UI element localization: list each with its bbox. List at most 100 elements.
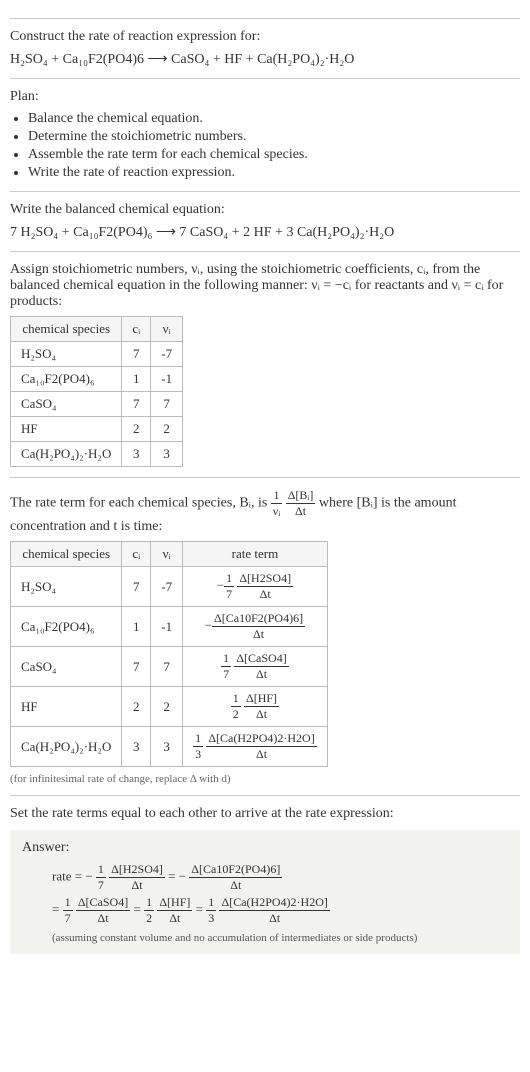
cell-ci: 2 [122, 417, 151, 442]
cell-vi: 3 [151, 442, 183, 467]
delta-frac: Δ[Ca10F2(PO4)6]Δt [189, 862, 282, 893]
cell-species: HF [11, 687, 122, 727]
table-row: chemical species cᵢ νᵢ [11, 317, 183, 342]
delta-frac: Δ[CaSO4]Δt [76, 895, 130, 926]
delta-frac: Δ[H2SO4]Δt [237, 571, 293, 602]
cell-species: HF [11, 417, 122, 442]
cell-ci: 1 [122, 607, 151, 647]
delta-frac: Δ[HF]Δt [244, 691, 279, 722]
coef-frac: 17 [224, 571, 234, 602]
cell-vi: 2 [151, 687, 183, 727]
cell-species: Ca(H₂PO₄)₂·H₂O [11, 727, 122, 767]
coef-frac: 13 [193, 731, 203, 762]
col-header-ci: cᵢ [122, 317, 151, 342]
col-header-ci: cᵢ [122, 542, 151, 567]
cell-ci: 7 [122, 567, 151, 607]
col-header-rateterm: rate term [183, 542, 328, 567]
table-row: HF22 [11, 417, 183, 442]
cell-species: H₂SO₄ [11, 342, 122, 367]
rateterm-section: The rate term for each chemical species,… [10, 477, 520, 785]
cell-species: Ca(H₂PO₄)₂·H₂O [11, 442, 122, 467]
plan-list: Balance the chemical equation. Determine… [10, 111, 520, 181]
table-row: H₂SO₄7-7−17 Δ[H2SO4]Δt [11, 567, 328, 607]
coef-frac: 13 [206, 895, 216, 926]
table-row: CaSO₄7717 Δ[CaSO4]Δt [11, 647, 328, 687]
table-row: chemical species cᵢ νᵢ rate term [11, 542, 328, 567]
cell-ci: 7 [122, 392, 151, 417]
cell-rateterm: −Δ[Ca10F2(PO4)6]Δt [183, 607, 328, 647]
answer-note: (assuming constant volume and no accumul… [52, 932, 508, 944]
list-item: Write the rate of reaction expression. [28, 165, 520, 181]
cell-vi: -7 [151, 342, 183, 367]
answer-box: Answer: rate = − 17 Δ[H2SO4]Δt = − Δ[Ca1… [10, 830, 520, 954]
delta-frac: Δ[Ca10F2(PO4)6]Δt [212, 611, 305, 642]
col-header-species: chemical species [11, 317, 122, 342]
table-row: Ca₁₀F2(PO4)₆1-1 [11, 367, 183, 392]
cell-vi: 7 [151, 647, 183, 687]
stoich-table: chemical species cᵢ νᵢ H₂SO₄7-7 Ca₁₀F2(P… [10, 316, 183, 467]
cell-rateterm: −17 Δ[H2SO4]Δt [183, 567, 328, 607]
frac-dBi-dt: Δ[Bᵢ]Δt [286, 488, 316, 519]
col-header-vi: νᵢ [151, 317, 183, 342]
delta-frac: Δ[Ca(H2PO4)2·H2O]Δt [206, 731, 316, 762]
cell-ci: 7 [122, 342, 151, 367]
cell-vi: 7 [151, 392, 183, 417]
cell-ci: 3 [122, 727, 151, 767]
table-row: HF2212 Δ[HF]Δt [11, 687, 328, 727]
answer-line-1: rate = − 17 Δ[H2SO4]Δt = − Δ[Ca10F2(PO4)… [52, 862, 508, 893]
construct-heading: Construct the rate of reaction expressio… [10, 29, 520, 45]
list-item: Balance the chemical equation. [28, 111, 520, 127]
cell-species: Ca₁₀F2(PO4)₆ [11, 607, 122, 647]
cell-vi: -7 [151, 567, 183, 607]
table-row: Ca₁₀F2(PO4)₆1-1−Δ[Ca10F2(PO4)6]Δt [11, 607, 328, 647]
cell-rateterm: 12 Δ[HF]Δt [183, 687, 328, 727]
balanced-heading: Write the balanced chemical equation: [10, 202, 520, 218]
final-heading: Set the rate terms equal to each other t… [10, 806, 520, 822]
plan-heading: Plan: [10, 89, 520, 105]
frac-one-over-vi: 1νᵢ [271, 488, 282, 519]
rateterm-table: chemical species cᵢ νᵢ rate term H₂SO₄7-… [10, 541, 328, 767]
plan-section: Plan: Balance the chemical equation. Det… [10, 78, 520, 181]
cell-species: H₂SO₄ [11, 567, 122, 607]
cell-species: CaSO₄ [11, 392, 122, 417]
coef-frac: 12 [144, 895, 154, 926]
cell-vi: 2 [151, 417, 183, 442]
cell-vi: 3 [151, 727, 183, 767]
table-row: Ca(H₂PO₄)₂·H₂O33 [11, 442, 183, 467]
coef-frac: 17 [96, 862, 106, 893]
coef-frac: 12 [231, 691, 241, 722]
list-item: Assemble the rate term for each chemical… [28, 147, 520, 163]
cell-vi: -1 [151, 607, 183, 647]
col-header-species: chemical species [11, 542, 122, 567]
cell-rateterm: 13 Δ[Ca(H2PO4)2·H2O]Δt [183, 727, 328, 767]
rateterm-intro-pre: The rate term for each chemical species,… [10, 496, 271, 511]
balanced-equation: 7 H₂SO₄ + Ca₁₀F2(PO4)₆ ⟶ 7 CaSO₄ + 2 HF … [10, 224, 520, 241]
stoich-intro: Assign stoichiometric numbers, νᵢ, using… [10, 262, 520, 310]
construct-section: Construct the rate of reaction expressio… [10, 18, 520, 68]
rateterm-note: (for infinitesimal rate of change, repla… [10, 773, 520, 785]
rateterm-intro: The rate term for each chemical species,… [10, 488, 520, 535]
cell-vi: -1 [151, 367, 183, 392]
cell-rateterm: 17 Δ[CaSO4]Δt [183, 647, 328, 687]
stoich-section: Assign stoichiometric numbers, νᵢ, using… [10, 251, 520, 467]
cell-ci: 3 [122, 442, 151, 467]
cell-ci: 2 [122, 687, 151, 727]
coef-frac: 17 [221, 651, 231, 682]
cell-ci: 1 [122, 367, 151, 392]
table-row: CaSO₄77 [11, 392, 183, 417]
unbalanced-equation: H₂SO₄ + Ca₁₀F2(PO4)6 ⟶ CaSO₄ + HF + Ca(H… [10, 51, 520, 68]
answer-label: Answer: [22, 840, 508, 856]
final-section: Set the rate terms equal to each other t… [10, 795, 520, 954]
table-row: Ca(H₂PO₄)₂·H₂O3313 Δ[Ca(H2PO4)2·H2O]Δt [11, 727, 328, 767]
cell-species: CaSO₄ [11, 647, 122, 687]
list-item: Determine the stoichiometric numbers. [28, 129, 520, 145]
balanced-section: Write the balanced chemical equation: 7 … [10, 191, 520, 241]
answer-line-2: = 17 Δ[CaSO4]Δt = 12 Δ[HF]Δt = 13 Δ[Ca(H… [52, 895, 508, 926]
delta-frac: Δ[CaSO4]Δt [234, 651, 288, 682]
delta-frac: Δ[H2SO4]Δt [109, 862, 165, 893]
cell-species: Ca₁₀F2(PO4)₆ [11, 367, 122, 392]
delta-frac: Δ[Ca(H2PO4)2·H2O]Δt [219, 895, 329, 926]
coef-frac: 17 [63, 895, 73, 926]
delta-frac: Δ[HF]Δt [157, 895, 192, 926]
cell-ci: 7 [122, 647, 151, 687]
